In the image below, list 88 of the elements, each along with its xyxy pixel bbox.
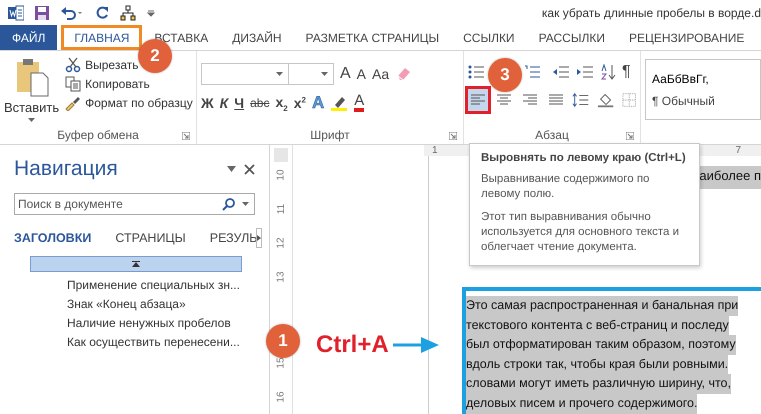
font-size-field[interactable] (288, 63, 334, 85)
ruler-number: 16 (274, 391, 288, 403)
font-name-field[interactable] (201, 63, 289, 85)
sort-icon[interactable] (600, 64, 616, 80)
heading-item[interactable]: Наличие ненужных пробелов (67, 316, 255, 330)
step-badge: 3 (488, 58, 522, 92)
borders-icon[interactable] (622, 92, 636, 108)
clipboard-action[interactable]: Формат по образцу (65, 95, 193, 111)
group-label: Абзац (535, 128, 569, 142)
ribbon-tab[interactable]: ДИЗАЙН (220, 25, 294, 50)
shrink-font-button[interactable]: A (356, 66, 366, 82)
heading-item[interactable]: Применение специальных зн... (67, 278, 255, 292)
increase-indent-icon[interactable] (576, 64, 594, 80)
dialog-launcher-icon[interactable] (449, 132, 457, 140)
search-field[interactable]: Поиск в документе (14, 193, 255, 215)
align-button[interactable] (468, 89, 488, 111)
dropdown-caret-icon[interactable] (227, 166, 236, 172)
ribbon-tab[interactable]: РАЗМЕТКА СТРАНИЦЫ (294, 25, 452, 50)
align-icon (496, 94, 512, 106)
clipboard-action[interactable]: Копировать (65, 76, 193, 92)
ribbon-tab[interactable]: ГЛАВНАЯ (61, 25, 142, 50)
grow-font-button[interactable]: A (340, 65, 351, 83)
hierarchy-icon[interactable] (120, 4, 136, 20)
subscript-button[interactable]: x$_{2}$ (275, 94, 288, 112)
ruler-number: 13 (274, 271, 288, 283)
redo-icon[interactable] (94, 4, 110, 20)
ruler-number: 15 (274, 357, 288, 369)
window-title: как убрать длинные пробелы в ворде.d (542, 6, 761, 20)
style-name: ¶ Обычный (652, 94, 715, 108)
brush-icon (65, 95, 82, 111)
superscript-button[interactable]: x$^{2}$ (294, 95, 306, 111)
save-icon[interactable] (34, 4, 50, 20)
heading-item[interactable]: Как осуществить перенесени... (67, 335, 255, 349)
pane-tab[interactable]: РЕЗУЛЬ (210, 231, 258, 245)
play-icon (256, 235, 260, 241)
pane-tab[interactable]: СТРАНИЦЫ (115, 231, 186, 245)
shortcut-label: Ctrl+A (316, 331, 389, 359)
heading-item[interactable]: Знак «Конец абзаца» (67, 297, 255, 311)
group-label: Шрифт (310, 128, 350, 142)
paste-button[interactable]: Вставить (4, 55, 60, 126)
align-icon (522, 94, 538, 106)
caret-icon (276, 72, 283, 76)
font-style-button[interactable]: Ж (201, 95, 214, 111)
dialog-launcher-icon[interactable] (182, 132, 190, 140)
close-icon[interactable] (244, 164, 255, 174)
ruler-number: 7 (735, 145, 741, 156)
tooltip-title: Выровнять по левому краю (Ctrl+L) (481, 152, 687, 164)
font-style-button[interactable]: abc (250, 96, 270, 110)
undo-icon[interactable] (60, 4, 84, 20)
ribbon-tab[interactable]: ФАЙЛ (0, 25, 58, 50)
decrease-indent-icon[interactable] (552, 64, 570, 80)
ruler-number: 10 (274, 169, 288, 181)
show-marks-button[interactable]: ¶ (622, 63, 631, 81)
font-style-button[interactable]: Ч (234, 95, 244, 111)
word-icon[interactable] (8, 4, 24, 20)
align-icon (548, 94, 564, 106)
font-style-button[interactable]: К (220, 95, 228, 111)
ruler-number: 1 (432, 145, 438, 156)
scroll-right-button[interactable] (256, 228, 262, 248)
caret-icon[interactable] (242, 202, 249, 206)
change-case-button[interactable]: Aa (372, 66, 390, 82)
tooltip-text: Выравнивание содержимого по левому полю. (481, 172, 650, 202)
paint-bucket-icon[interactable] (597, 92, 616, 108)
clipboard-icon (14, 57, 49, 97)
collapse-up-icon (132, 261, 140, 267)
group-label: Буфер обмена (57, 128, 139, 142)
ruler-number: 12 (274, 237, 288, 249)
align-icon (470, 94, 486, 106)
ribbon-tab[interactable]: РАССЫЛКИ (526, 25, 617, 50)
pane-tab[interactable]: ЗАГОЛОВКИ (14, 231, 92, 245)
dialog-launcher-icon[interactable] (626, 132, 634, 140)
copy-icon (65, 76, 82, 92)
ruler-number: 11 (274, 204, 288, 214)
pane-title: Навигация (14, 157, 118, 181)
customize-caret-icon[interactable] (146, 8, 156, 18)
arrow-icon (392, 336, 439, 354)
tooltip-text: Этот тип выравнивания обычно используется для основного текста и облегчает чтение документа. (481, 210, 680, 255)
search-icon (222, 198, 235, 211)
line-spacing-icon[interactable] (572, 92, 592, 108)
ribbon-tab[interactable]: РЕЦЕНЗИРОВАНИЕ (616, 25, 756, 50)
caret-icon (28, 118, 36, 122)
font-color-button[interactable]: A (354, 94, 364, 112)
ribbon-tab[interactable]: ССЫЛКИ (451, 25, 527, 50)
style-sample: АаБбВвГг, (652, 72, 709, 86)
caret-icon (321, 72, 328, 76)
highlighter-icon[interactable] (330, 95, 348, 111)
scissors-icon (65, 57, 82, 73)
style-gallery-item[interactable]: АаБбВвГг, ¶ Обычный (645, 59, 761, 120)
